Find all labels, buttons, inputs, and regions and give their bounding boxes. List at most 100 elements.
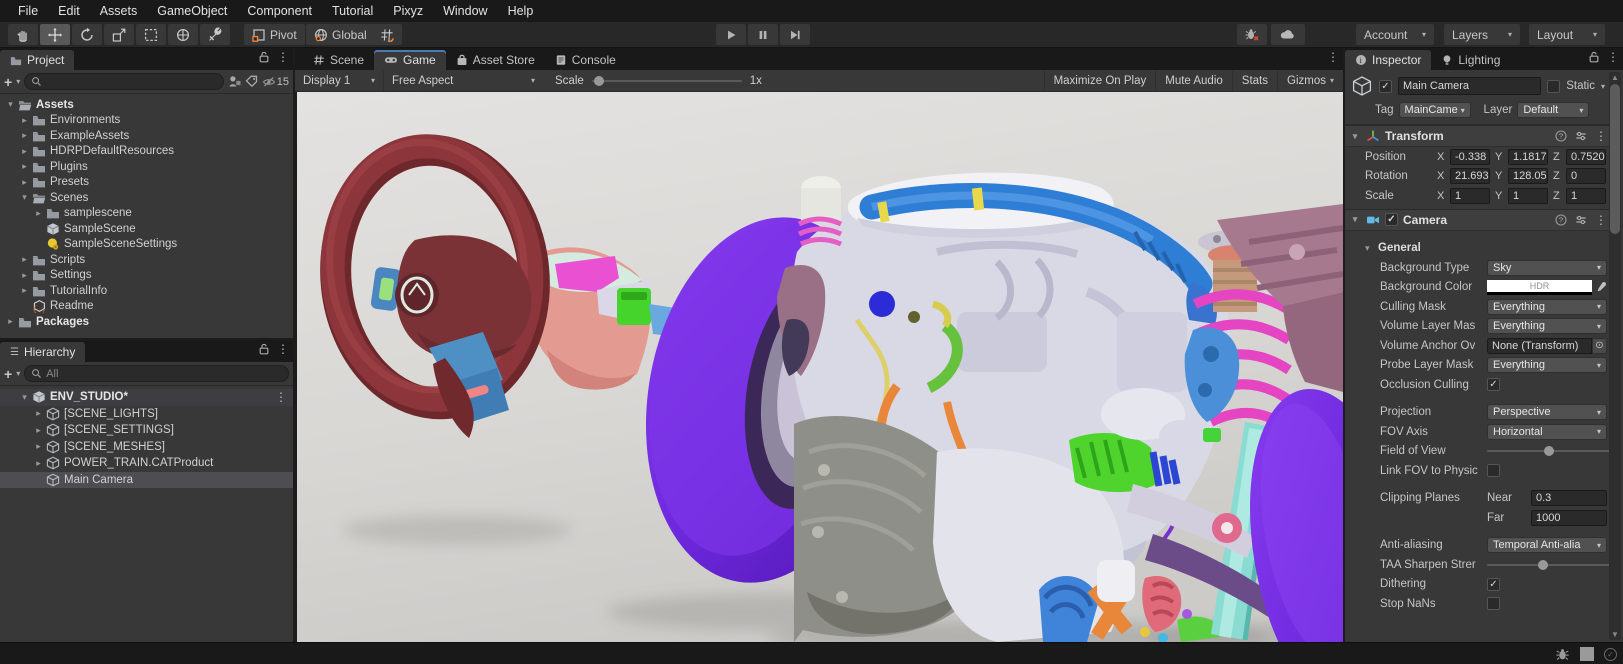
gameobject-active-checkbox[interactable] [1379, 79, 1392, 93]
project-item[interactable]: ▸ Plugins [0, 159, 293, 175]
progress-swatch[interactable] [1580, 647, 1594, 661]
occlusion-culling-checkbox[interactable] [1487, 378, 1500, 392]
position-x-field[interactable]: -0.338 [1450, 148, 1490, 165]
game-render-viewport[interactable] [295, 92, 1343, 642]
chevron-down-icon[interactable]: ▾ [16, 77, 20, 86]
camera-enabled-checkbox[interactable] [1385, 213, 1398, 226]
menu-window[interactable]: Window [433, 0, 497, 22]
debugger-bug-icon[interactable] [1555, 648, 1570, 661]
code-coverage-button[interactable] [1237, 24, 1267, 45]
eyedropper-icon[interactable] [1595, 281, 1607, 293]
menu-component[interactable]: Component [237, 0, 322, 22]
volume-anchor-field[interactable]: None (Transform) [1487, 337, 1592, 354]
scroll-up-icon[interactable]: ▲ [1609, 73, 1621, 82]
camera-component-header[interactable]: ▾ Camera ⋮ [1345, 208, 1611, 231]
scale-slider[interactable] [591, 75, 742, 86]
presets-icon[interactable] [1575, 214, 1587, 226]
rotation-z-field[interactable]: 0 [1566, 168, 1606, 185]
menu-pixyz[interactable]: Pixyz [383, 0, 433, 22]
layer-dropdown[interactable]: Default ▾ [1517, 102, 1590, 118]
link-fov-checkbox[interactable] [1487, 464, 1500, 478]
gizmos-dropdown[interactable]: Gizmos ▾ [1277, 70, 1343, 91]
project-item-assets[interactable]: ▾ Assets [0, 97, 293, 113]
rect-tool-button[interactable] [136, 24, 166, 45]
panel-menu-kebab[interactable]: ⋮ [1327, 51, 1339, 63]
tab-scene[interactable]: Scene [303, 50, 374, 70]
play-button[interactable] [716, 24, 746, 45]
gameobject-name-field[interactable]: Main Camera [1398, 77, 1542, 95]
near-clip-field[interactable]: 0.3 [1531, 490, 1607, 507]
move-tool-button[interactable] [40, 24, 70, 45]
transform-tool-button[interactable] [168, 24, 198, 45]
hierarchy-scene-row[interactable]: ▾ ENV_STUDIO* ⋮ [0, 389, 293, 406]
create-asset-button[interactable]: + [4, 75, 12, 89]
tab-project[interactable]: Project [0, 50, 75, 70]
fov-slider[interactable] [1487, 446, 1611, 457]
dithering-checkbox[interactable] [1487, 577, 1500, 591]
background-type-dropdown[interactable]: Sky ▾ [1487, 259, 1607, 276]
project-search-input[interactable] [24, 73, 224, 90]
hierarchy-search-input[interactable]: All [24, 365, 289, 382]
scroll-down-icon[interactable]: ▼ [1609, 630, 1621, 639]
general-foldout[interactable]: ▾ General [1345, 239, 1611, 259]
tab-console[interactable]: Console [545, 50, 626, 70]
transform-component-header[interactable]: ▾ Transform ⋮ [1345, 125, 1611, 147]
help-icon[interactable] [1555, 214, 1567, 226]
hierarchy-item[interactable]: ▸ [SCENE_SETTINGS] [0, 422, 293, 439]
foldout-caret[interactable]: ▾ [1349, 131, 1361, 142]
panel-menu-kebab[interactable]: ⋮ [1607, 51, 1619, 63]
rotation-y-field[interactable]: 128.05 [1508, 168, 1548, 185]
project-item-scenes[interactable]: ▾ Scenes [0, 190, 293, 206]
hand-tool-button[interactable] [8, 24, 38, 45]
hidden-items-counter[interactable]: 15 [262, 76, 289, 88]
probe-layer-mask-dropdown[interactable]: Everything ▾ [1487, 357, 1607, 374]
maximize-on-play-button[interactable]: Maximize On Play [1043, 70, 1156, 91]
scale-tool-button[interactable] [104, 24, 134, 45]
hierarchy-item[interactable]: ▸ [SCENE_MESHES] [0, 439, 293, 456]
project-item[interactable]: ▸ TutorialInfo [0, 283, 293, 299]
menu-edit[interactable]: Edit [48, 0, 90, 22]
project-item[interactable]: ▸ ExampleAssets [0, 128, 293, 144]
foldout-caret[interactable]: ▾ [1349, 214, 1361, 225]
project-item-scene-asset[interactable]: SampleScene [0, 221, 293, 237]
tab-lighting[interactable]: Lighting [1431, 50, 1510, 70]
fov-axis-dropdown[interactable]: Horizontal ▾ [1487, 423, 1607, 440]
menu-help[interactable]: Help [498, 0, 544, 22]
search-by-label-icon[interactable] [245, 75, 258, 88]
static-dropdown-arrow[interactable]: ▾ [1601, 82, 1605, 91]
background-color-swatch[interactable]: HDR [1487, 279, 1592, 295]
scene-menu-kebab[interactable]: ⋮ [275, 391, 287, 403]
panel-menu-kebab[interactable]: ⋮ [277, 51, 289, 63]
tab-hierarchy[interactable]: ☰ Hierarchy [0, 342, 86, 362]
display-dropdown[interactable]: Display 1 ▾ [295, 70, 383, 91]
tab-inspector[interactable]: Inspector [1345, 50, 1432, 70]
stats-button[interactable]: Stats [1231, 70, 1277, 91]
aspect-dropdown[interactable]: Free Aspect ▾ [383, 70, 543, 91]
step-button[interactable] [780, 24, 810, 45]
lock-icon[interactable] [1589, 51, 1599, 63]
layout-dropdown[interactable]: Layout ▾ [1529, 24, 1605, 45]
menu-file[interactable]: File [8, 0, 48, 22]
culling-mask-dropdown[interactable]: Everything ▾ [1487, 298, 1607, 315]
presets-icon[interactable] [1575, 130, 1587, 142]
tab-asset-store[interactable]: Asset Store [446, 50, 545, 70]
project-item-packages[interactable]: ▸ Packages [0, 314, 293, 330]
project-item[interactable]: ▸ samplescene [0, 206, 293, 222]
chevron-down-icon[interactable]: ▾ [16, 369, 20, 378]
rotation-x-field[interactable]: 21.693 [1450, 168, 1490, 185]
rotate-tool-button[interactable] [72, 24, 102, 45]
tab-game[interactable]: Game [374, 50, 446, 70]
hierarchy-item[interactable]: ▸ POWER_TRAIN.CATProduct [0, 455, 293, 472]
scale-x-field[interactable]: 1 [1450, 187, 1490, 204]
lock-icon[interactable] [259, 51, 269, 63]
mute-audio-button[interactable]: Mute Audio [1155, 70, 1232, 91]
object-picker-icon[interactable]: ⊙ [1592, 337, 1607, 354]
position-z-field[interactable]: 0.7520 [1566, 148, 1606, 165]
gameobject-icon[interactable] [1351, 75, 1373, 97]
custom-tools-button[interactable] [200, 24, 230, 45]
static-checkbox[interactable] [1547, 79, 1561, 93]
project-item[interactable]: ▸ Environments [0, 113, 293, 129]
stop-nans-checkbox[interactable] [1487, 597, 1500, 611]
grid-snapping-button[interactable] [372, 24, 402, 45]
menu-tutorial[interactable]: Tutorial [322, 0, 383, 22]
